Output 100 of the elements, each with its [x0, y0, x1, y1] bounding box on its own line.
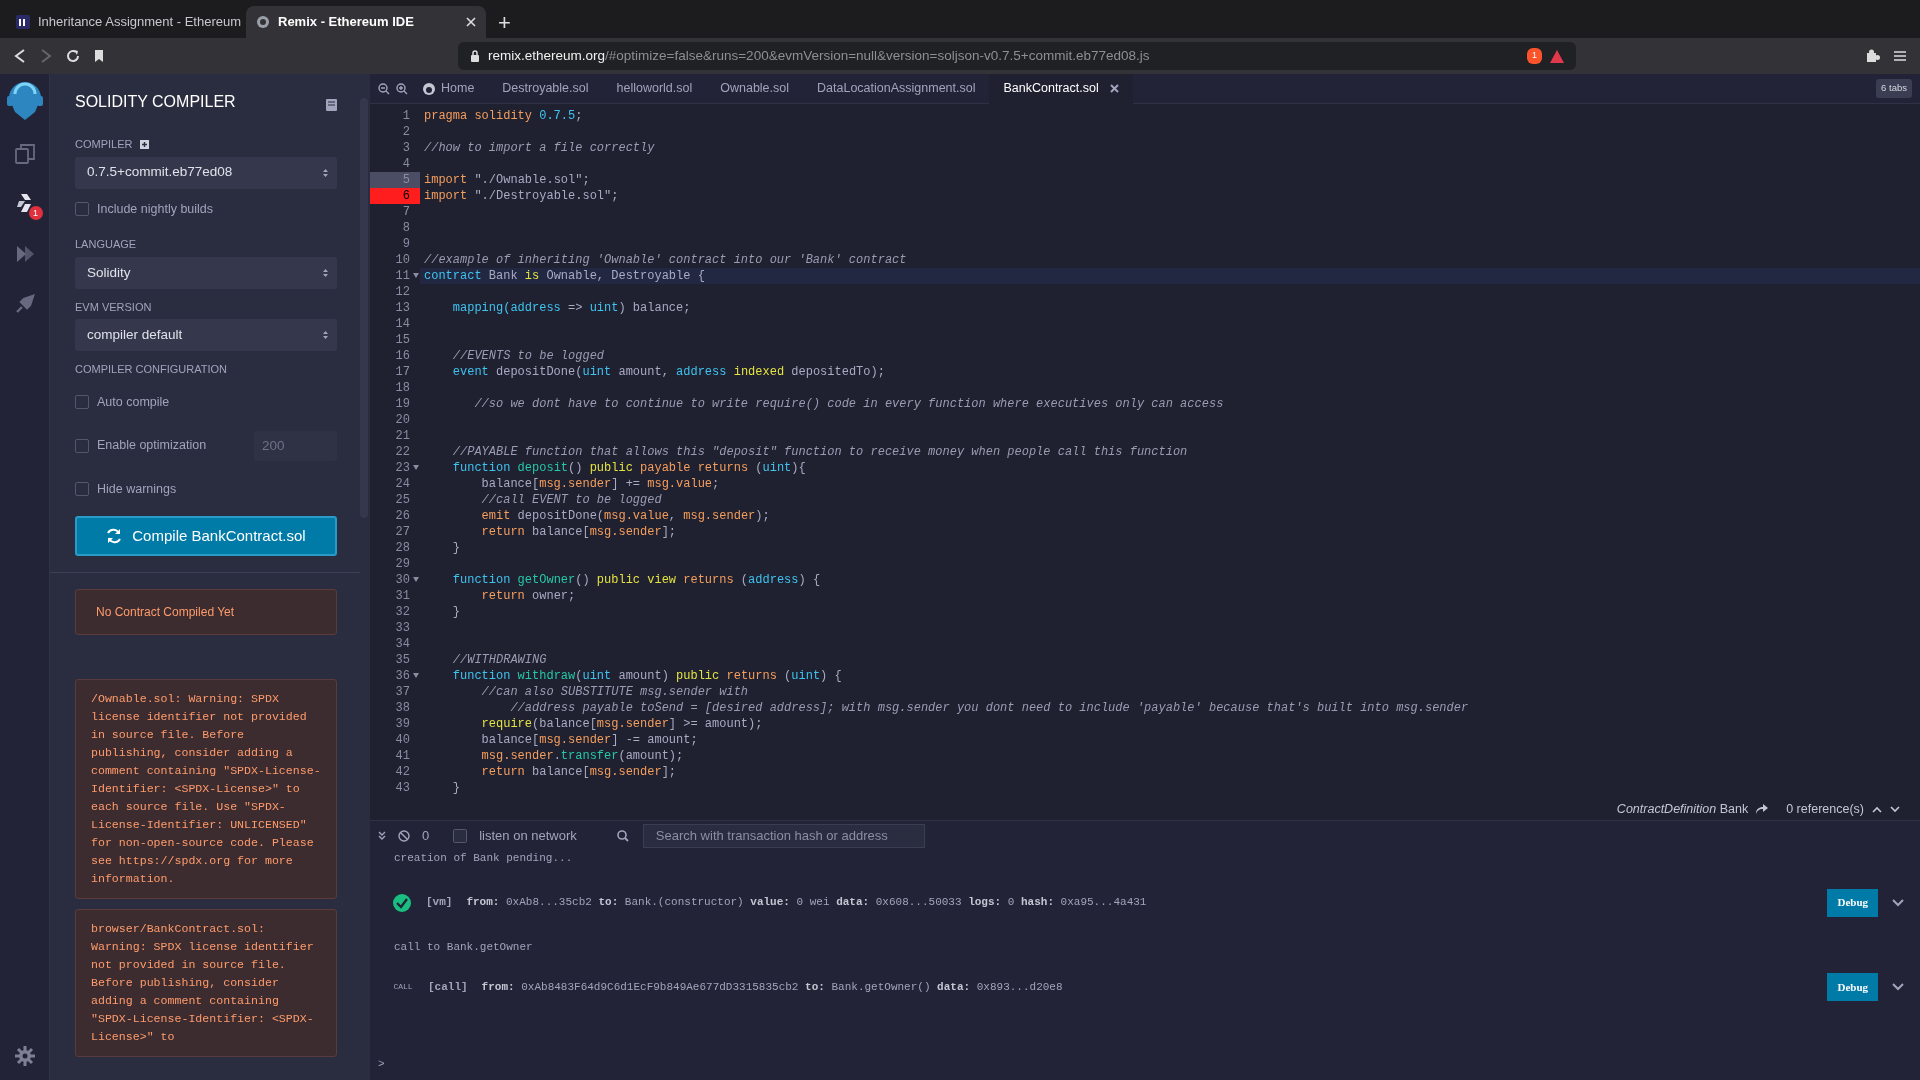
back-icon[interactable]	[14, 49, 26, 63]
checkbox[interactable]	[75, 481, 89, 496]
debug-button[interactable]: Debug	[1827, 888, 1878, 917]
clear-icon[interactable]	[398, 829, 410, 842]
share-arrow-icon[interactable]	[1756, 804, 1769, 814]
reload-icon[interactable]	[66, 49, 80, 63]
zoom-in-icon[interactable]	[396, 82, 408, 95]
line-number: 20	[395, 412, 410, 428]
log-tag: [vm]	[426, 894, 453, 911]
lock-icon	[470, 49, 480, 63]
code-line: event depositDone(uint amount, address indexed depositedTo);	[451, 365, 885, 379]
line-number: 18	[395, 380, 410, 396]
file-tab[interactable]: helloworld.sol	[602, 73, 707, 104]
code-line: }	[451, 605, 460, 619]
checkbox[interactable]	[75, 395, 89, 410]
chevron-down-icon[interactable]	[1892, 983, 1904, 991]
code-line: function getOwner() public view returns (address) {	[451, 573, 821, 587]
code-line: function deposit() public payable returns (uint){	[451, 461, 806, 475]
line-number: 21	[395, 428, 410, 444]
line-number: 7	[402, 204, 410, 220]
search-field[interactable]: Search with transaction hash or address	[642, 823, 925, 848]
dropdown-select[interactable]: compiler default	[75, 319, 337, 352]
file-tab[interactable]: Ownable.sol	[706, 73, 804, 104]
line-number: 34	[395, 636, 410, 652]
warning-triangle-icon[interactable]	[1550, 49, 1564, 63]
line-number: 26	[395, 508, 410, 524]
dropdown-select[interactable]: Solidity	[75, 256, 337, 289]
code-line: contract Bank is Ownable, Destroyable {	[424, 269, 705, 283]
fold-arrow-icon[interactable]	[413, 577, 419, 582]
file-tab[interactable]: Home	[408, 73, 489, 104]
line-number: 41	[395, 748, 410, 764]
address-text[interactable]: remix.ethereum.org/#optimize=false&runs=200&evmVersion=null&version=soljson-v0.7.5+commit.eb77ed08.js	[488, 45, 1150, 67]
collapse-icon[interactable]	[378, 830, 386, 841]
caret-icon	[322, 166, 329, 179]
version-select[interactable]: 0.7.5+commit.eb77ed08	[75, 156, 337, 189]
code-line: return balance[msg.sender];	[480, 525, 677, 539]
debug-button[interactable]: Debug	[1827, 973, 1878, 1001]
bookmark-icon[interactable]	[94, 49, 104, 63]
files-icon[interactable]	[12, 142, 37, 166]
code-line: msg.sender.transfer(amount);	[480, 749, 684, 763]
fold-arrow-icon[interactable]	[413, 273, 419, 278]
menu-icon[interactable]	[1894, 50, 1906, 62]
line-number: 8	[402, 220, 410, 236]
remix-icon	[422, 81, 436, 96]
chevron-down-icon[interactable]	[1890, 805, 1900, 813]
log-text: call to Bank.getOwner	[394, 939, 534, 955]
checkbox[interactable]	[75, 438, 89, 453]
section-label: LANGUAGE	[75, 237, 138, 253]
transaction-details: from: 0xAb8...35cb2 to: Bank.(constructor) value: 0 wei data: 0x608...50033 logs: 0 hash: 0xa95...4a431	[466, 895, 1147, 911]
line-number: 33	[395, 620, 410, 636]
checkbox-label[interactable]: listen on network	[479, 825, 577, 846]
code-line: return owner;	[480, 589, 576, 603]
puzzle-icon[interactable]	[1866, 49, 1880, 63]
line-number: 12	[395, 284, 410, 300]
plus-square-icon[interactable]	[140, 139, 150, 149]
checkbox-label[interactable]: Hide warnings	[97, 479, 177, 499]
line-number: 17	[395, 364, 410, 380]
code-line: }	[451, 781, 460, 795]
fold-arrow-icon[interactable]	[413, 673, 419, 678]
line-number: 10	[395, 252, 410, 268]
code-line: //address payable toSend = [desired address]; with msg.sender you dont need to include 'payable' because that's built into msg.sender	[509, 701, 1469, 715]
site-icon	[256, 15, 270, 29]
line-number: 19	[395, 396, 410, 412]
line-number: 28	[395, 540, 410, 556]
line-number: 40	[395, 732, 410, 748]
code-line: function withdraw(uint amount) public returns (uint) {	[451, 669, 842, 683]
line-number: 25	[395, 492, 410, 508]
file-tab[interactable]: Destroyable.sol	[488, 73, 603, 104]
tab-count-dropdown[interactable]: 6 tabs	[1876, 79, 1912, 98]
checkbox-label[interactable]: Include nightly builds	[97, 199, 214, 219]
checkbox[interactable]	[453, 828, 468, 843]
browser-tab[interactable]: Inheritance Assignment - Ethereum	[6, 6, 246, 38]
code-line: //EVENTS to be logged	[451, 349, 605, 363]
console-prompt[interactable]: >	[378, 1055, 1904, 1072]
file-tab[interactable]: DataLocationAssignment.sol	[803, 73, 990, 104]
chevron-up-icon[interactable]	[1872, 805, 1882, 813]
checkbox-label[interactable]: Enable optimization	[97, 436, 207, 455]
code-line: //call EVENT to be logged	[480, 493, 662, 507]
browser-tab[interactable]: Remix - Ethereum IDE	[246, 6, 486, 38]
file-tab[interactable]: BankContract.sol	[989, 73, 1133, 104]
chevron-down-icon[interactable]	[1892, 898, 1904, 907]
line-number: 36	[395, 668, 410, 684]
call-label: CALL	[392, 981, 414, 993]
close-icon[interactable]	[1109, 84, 1119, 93]
shield-count-badge[interactable]: 1	[1527, 48, 1542, 64]
line-number: 5	[370, 172, 420, 188]
section-label: EVM VERSION	[75, 299, 153, 315]
zoom-out-icon[interactable]	[378, 82, 390, 95]
line-number: 4	[402, 156, 410, 172]
checkbox[interactable]	[75, 201, 89, 216]
code-line: //WITHDRAWING	[451, 653, 547, 667]
search-icon[interactable]	[616, 829, 629, 842]
checkbox-label[interactable]: Auto compile	[97, 392, 170, 412]
line-number: 23	[395, 460, 410, 476]
refresh-icon	[106, 528, 123, 545]
compile-button[interactable]: Compile BankContract.sol	[75, 516, 337, 557]
new-tab-button[interactable]: +	[486, 8, 523, 38]
fold-arrow-icon[interactable]	[413, 465, 419, 470]
transaction-details: from: 0xAb8483F64d9C6d1EcF9b849Ae677dD3315835cb2 to: Bank.getOwner() data: 0x893...d20e8	[481, 979, 1063, 995]
settings-icon[interactable]	[14, 1046, 35, 1066]
